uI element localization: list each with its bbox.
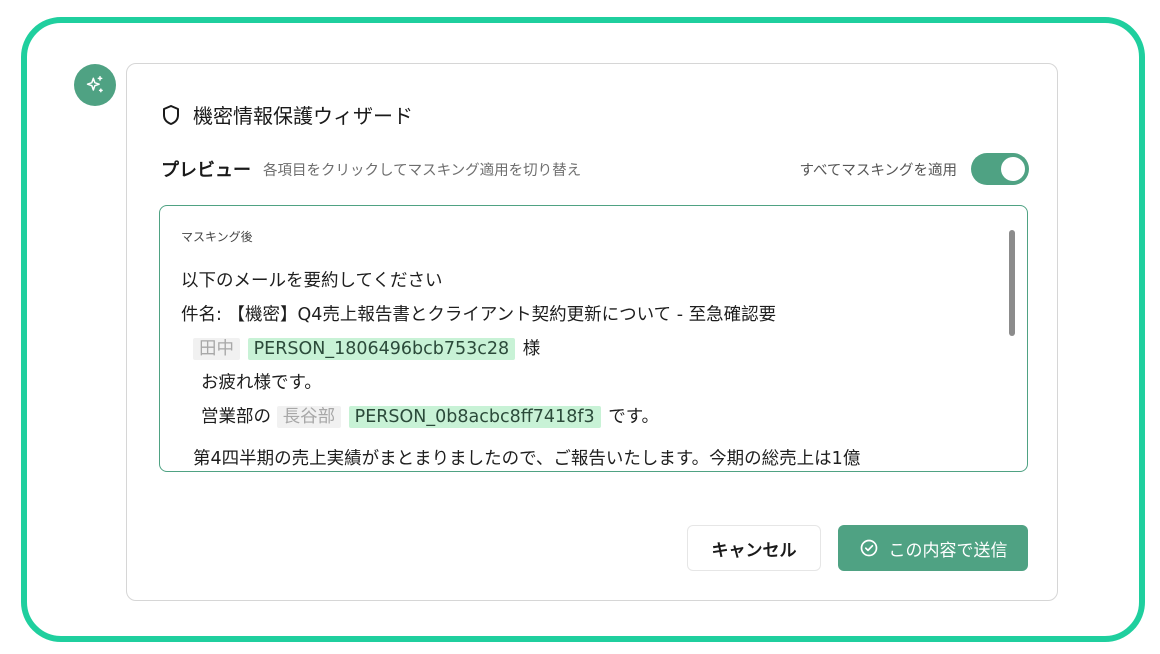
privacy-wizard-dialog: 機密情報保護ウィザード プレビュー 各項目をクリックしてマスキング適用を切り替え…: [126, 63, 1058, 601]
recipient-line: 田中 PERSON_1806496bcb753c28 様: [181, 332, 1001, 366]
assistant-avatar: [74, 64, 116, 106]
honorific-text: 様: [522, 339, 541, 359]
sender-line: 営業部の 長谷部 PERSON_0b8acbc8ff7418f3 です。: [181, 400, 1001, 434]
preview-content: 以下のメールを要約してください 件名: 【機密】Q4売上報告書とクライアント契約…: [181, 264, 1001, 471]
sparkle-icon: [86, 75, 103, 93]
dialog-title: 機密情報保護ウィザード: [193, 104, 413, 128]
toggle-knob: [1001, 157, 1025, 181]
original-name-token[interactable]: 田中: [193, 338, 240, 360]
preview-scrollbar[interactable]: [1009, 230, 1015, 336]
sender-suffix-text: です。: [608, 407, 659, 427]
preview-hint: 各項目をクリックしてマスキング適用を切り替え: [263, 162, 582, 179]
shield-icon: [163, 104, 179, 125]
masked-name-token[interactable]: PERSON_1806496bcb753c28: [247, 338, 516, 360]
content-line: お疲れ様です。: [201, 373, 322, 393]
mask-all-label: すべてマスキングを適用: [799, 162, 957, 179]
preview-caption: マスキング後: [181, 230, 253, 244]
sender-prefix-text: 営業部の: [201, 407, 271, 427]
masked-preview-box[interactable]: マスキング後 以下のメールを要約してください 件名: 【機密】Q4売上報告書とク…: [159, 205, 1028, 472]
send-button-label: この内容で送信: [888, 540, 1008, 561]
dialog-header: 機密情報保護ウィザード: [161, 100, 413, 129]
content-line: 件名: 【機密】Q4売上報告書とクライアント契約更新について - 至急確認要: [181, 305, 777, 325]
check-circle-icon: [860, 539, 877, 557]
send-button[interactable]: この内容で送信: [838, 525, 1028, 571]
content-line: 以下のメールを要約してください: [181, 271, 443, 291]
preview-label: プレビュー: [161, 160, 251, 181]
content-line: 第4四半期の売上実績がまとまりましたので、ご報告いたします。今期の総売上は1億: [193, 449, 861, 469]
preview-header: プレビュー 各項目をクリックしてマスキング適用を切り替え すべてマスキングを適用: [161, 153, 1029, 185]
mask-all-toggle[interactable]: [971, 153, 1029, 185]
original-name-token[interactable]: 長谷部: [276, 406, 342, 428]
cancel-button[interactable]: キャンセル: [687, 525, 821, 571]
mask-all-control: すべてマスキングを適用: [800, 153, 1029, 185]
masked-name-token[interactable]: PERSON_0b8acbc8ff7418f3: [348, 406, 601, 428]
